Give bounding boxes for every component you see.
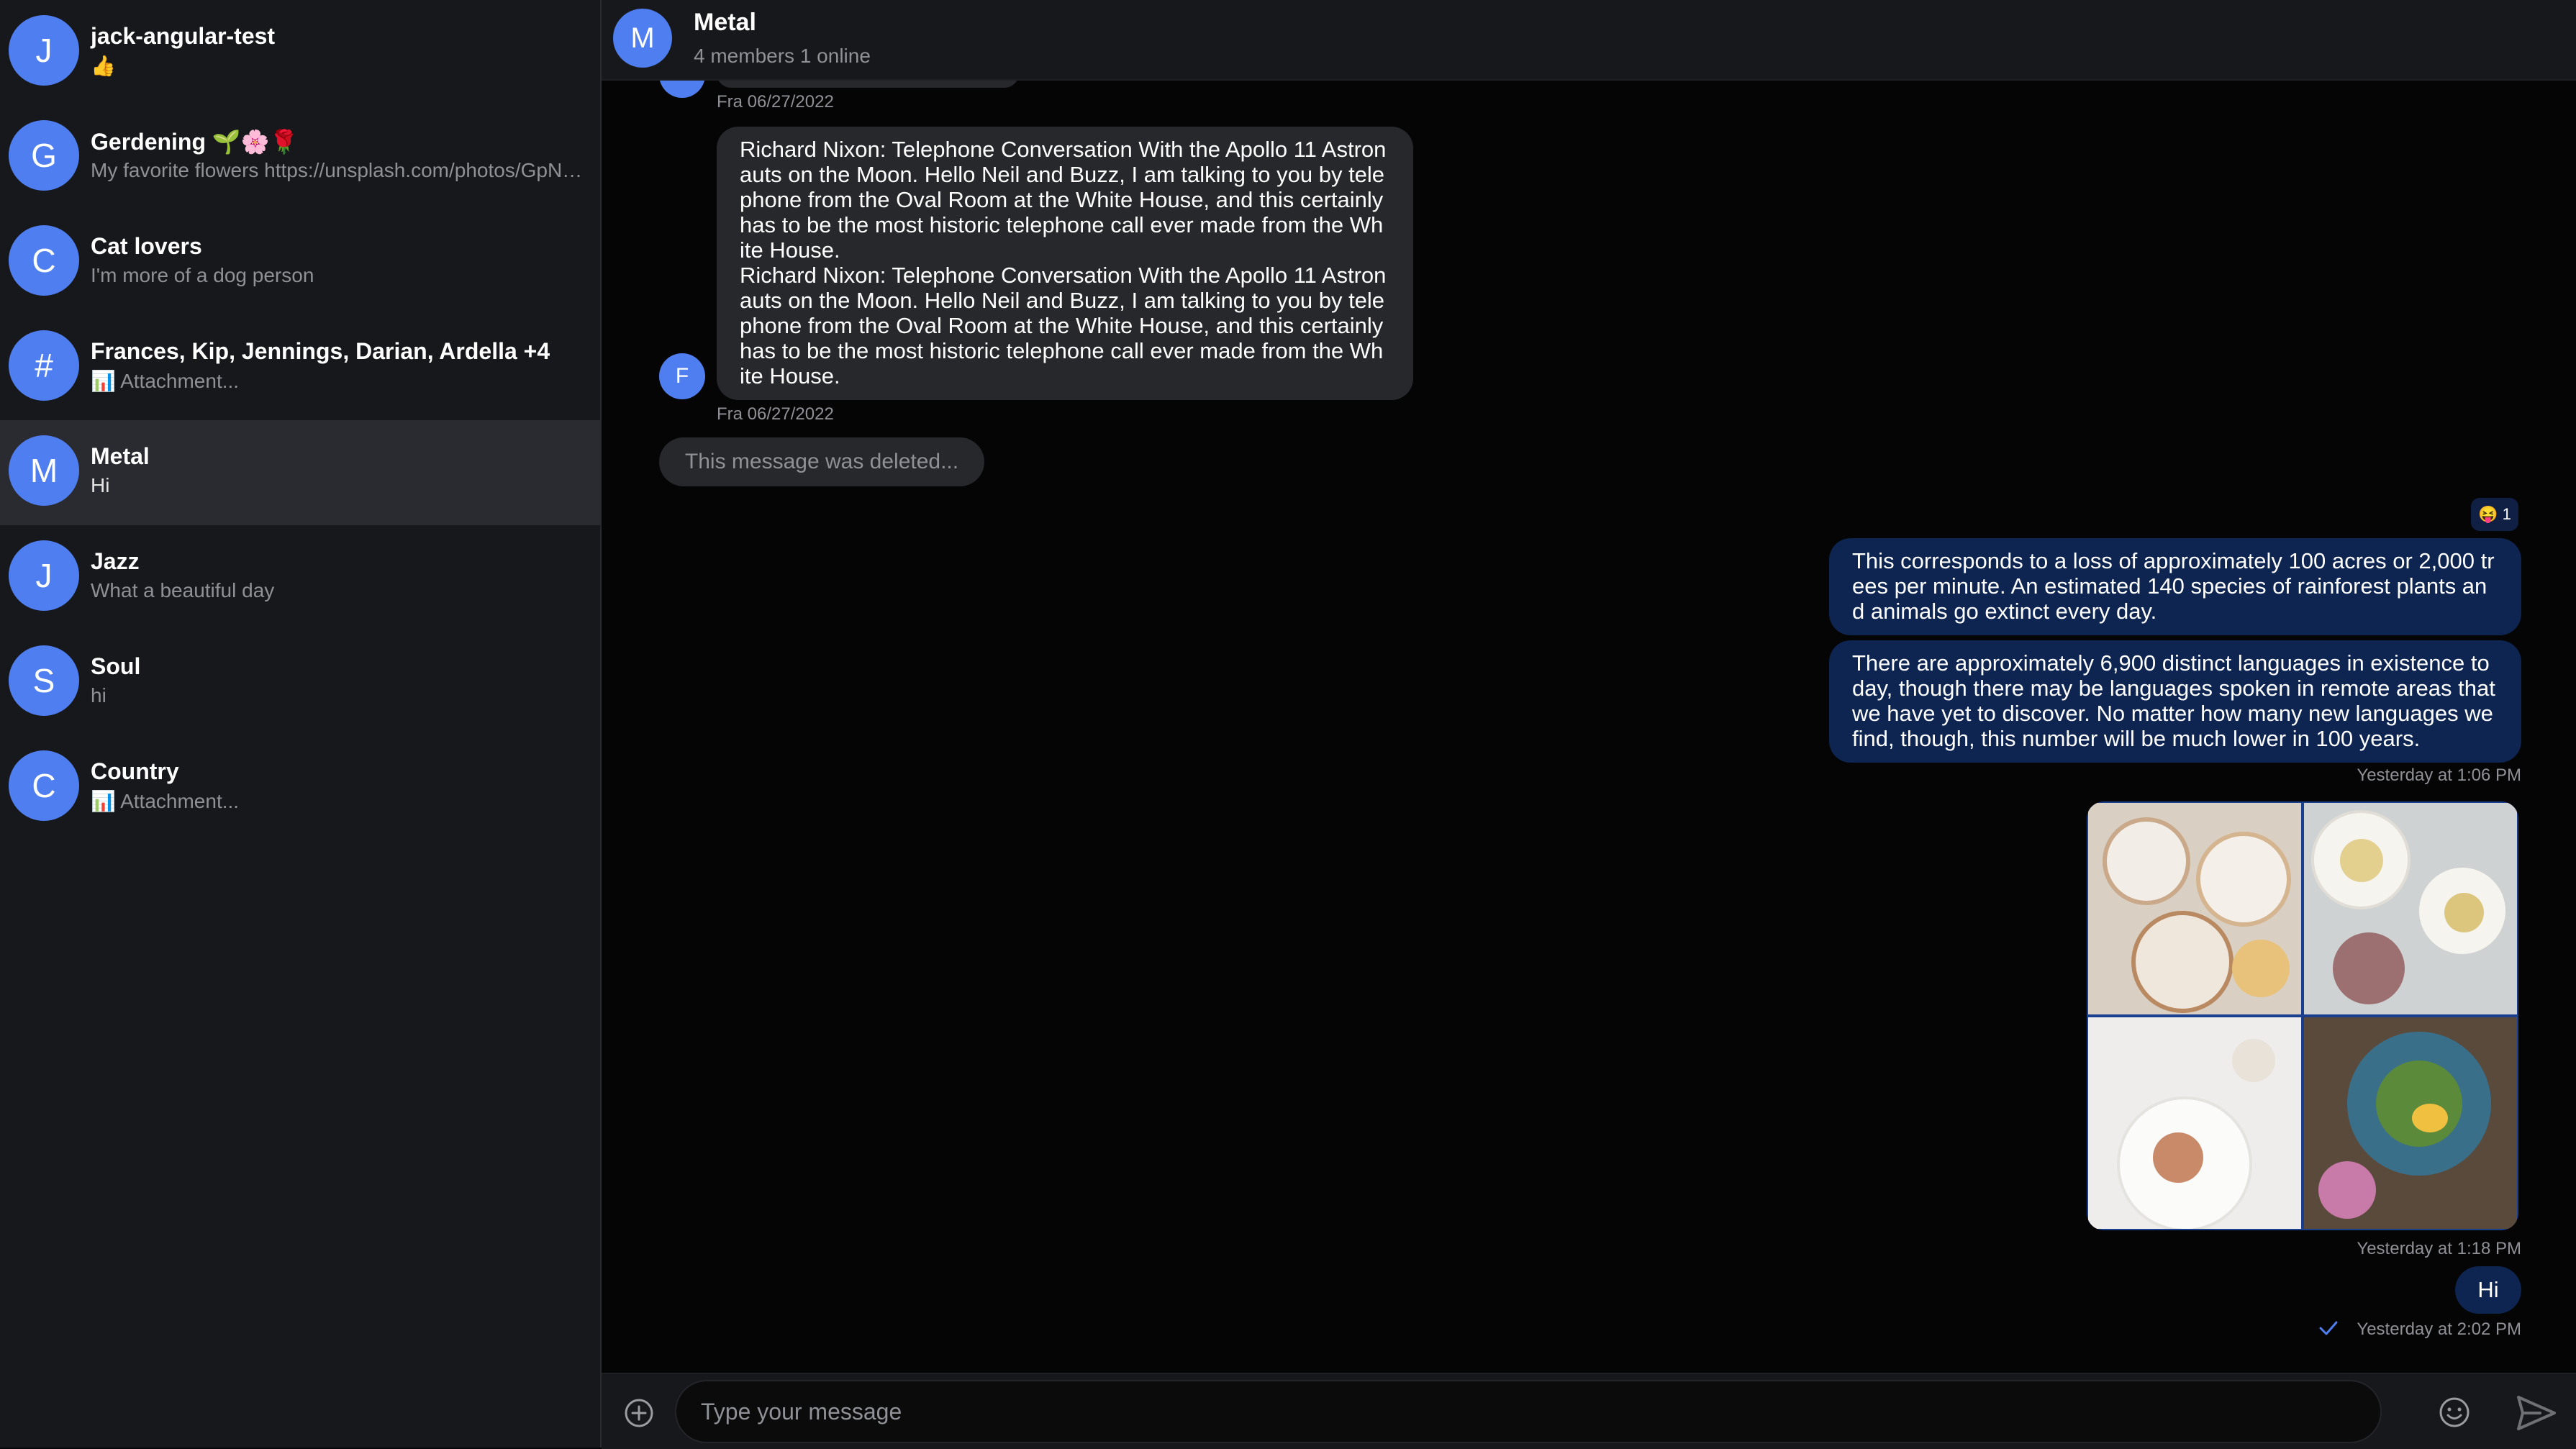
deleted-message: This message was deleted...: [659, 437, 984, 486]
channel-preview: I'm more of a dog person: [91, 264, 314, 286]
channel-name: Jazz: [91, 548, 140, 574]
message-line: day, though there may be languages spoke…: [1852, 676, 2495, 701]
channel-title: Metal: [694, 9, 756, 36]
channel-name: Gerdening 🌱🌸🌹: [91, 129, 299, 155]
channel-item-country[interactable]: C Country 📊 Attachment...: [0, 735, 600, 840]
channel-preview: My favorite flowers https://unsplash.com…: [91, 159, 587, 181]
channel-name: Cat lovers: [91, 233, 202, 259]
message-line: d animals go extinct every day.: [1852, 599, 2157, 624]
channel-member-count: 4 members 1 online: [694, 45, 871, 67]
add-attachment-icon[interactable]: [623, 1397, 655, 1429]
message-line: Richard Nixon: Telephone Conversation Wi…: [740, 263, 1387, 288]
avatar: #: [9, 330, 79, 401]
outgoing-message[interactable]: There are approximately 6,900 distinct l…: [1829, 640, 2521, 763]
channel-item-jack-angular-test[interactable]: J jack-angular-test 👍: [0, 0, 600, 105]
channel-list: J jack-angular-test 👍 G Gerdening 🌱🌸🌹 My…: [0, 0, 602, 1448]
channel-name: Soul: [91, 653, 141, 679]
message-status: Yesterday at 2:02 PM: [2357, 1319, 2521, 1339]
send-icon[interactable]: [2516, 1394, 2557, 1432]
message-input[interactable]: [675, 1380, 2382, 1443]
channel-preview: What a beautiful day: [91, 579, 275, 601]
message-bubble[interactable]: [717, 81, 1019, 88]
image-gallery[interactable]: [2087, 801, 2518, 1230]
message-line: There are approximately 6,900 distinct l…: [1852, 650, 2490, 676]
channel-preview: Hi: [91, 474, 110, 496]
message-line: find, though, this number will be much l…: [1852, 726, 2421, 751]
channel-name: Country: [91, 758, 179, 784]
outgoing-message[interactable]: This corresponds to a loss of approximat…: [1829, 538, 2521, 635]
channel-preview: 📊 Attachment...: [91, 370, 240, 392]
avatar: [659, 81, 705, 98]
message-line: auts on the Moon. Hello Neil and Buzz, I…: [740, 162, 1385, 187]
message-composer: [602, 1373, 2576, 1449]
channel-preview: hi: [91, 684, 106, 707]
message-line: ite House.: [740, 237, 840, 263]
food-photo[interactable]: [2088, 803, 2301, 1014]
channel-item-jazz[interactable]: J Jazz What a beautiful day: [0, 525, 600, 630]
message-line: we have yet to discover. No matter how m…: [1852, 701, 2493, 726]
emoji-icon[interactable]: [2438, 1396, 2471, 1429]
channel-item-metal[interactable]: M Metal Hi: [0, 420, 600, 525]
food-photo[interactable]: [2088, 1017, 2301, 1229]
message-line: has to be the most historic telephone ca…: [740, 338, 1384, 363]
message-line: has to be the most historic telephone ca…: [740, 212, 1384, 237]
channel-item-soul[interactable]: S Soul hi: [0, 630, 600, 735]
chat-app: J jack-angular-test 👍 G Gerdening 🌱🌸🌹 My…: [0, 0, 2576, 1449]
food-photo[interactable]: [2304, 803, 2517, 1014]
message-line: phone from the Oval Room at the White Ho…: [740, 313, 1384, 338]
channel-preview: 👍: [91, 55, 116, 77]
reaction-emoji: 😝: [2478, 505, 2498, 523]
avatar: J: [9, 15, 79, 86]
avatar: J: [9, 540, 79, 611]
avatar: G: [9, 120, 79, 191]
message-line: ees per minute. An estimated 140 species…: [1852, 573, 2487, 599]
outgoing-message[interactable]: Hi: [2455, 1266, 2521, 1314]
avatar: M: [9, 435, 79, 506]
channel-name: Metal: [91, 443, 150, 469]
message-line: ite House.: [740, 363, 840, 389]
message-timestamp: Fra 06/27/2022: [717, 404, 834, 424]
channel-item-group[interactable]: # Frances, Kip, Jennings, Darian, Ardell…: [0, 315, 600, 420]
reaction-badge[interactable]: 😝 1: [2471, 498, 2518, 531]
channel-item-cat-lovers[interactable]: C Cat lovers I'm more of a dog person: [0, 210, 600, 315]
avatar: S: [9, 645, 79, 716]
message-line: Richard Nixon: Telephone Conversation Wi…: [740, 137, 1387, 162]
channel-name: Frances, Kip, Jennings, Darian, Ardella …: [91, 338, 550, 364]
avatar: C: [9, 750, 79, 821]
message-line: auts on the Moon. Hello Neil and Buzz, I…: [740, 288, 1385, 313]
channel-avatar[interactable]: M: [613, 9, 672, 68]
channel-item-gerdening[interactable]: G Gerdening 🌱🌸🌹 My favorite flowers http…: [0, 105, 600, 210]
message-timestamp: Yesterday at 1:06 PM: [2357, 766, 2521, 785]
message-timestamp: Fra 06/27/2022: [717, 92, 834, 112]
reaction-count: 1: [2502, 505, 2511, 523]
incoming-message[interactable]: Richard Nixon: Telephone Conversation Wi…: [717, 127, 1413, 400]
check-icon: [2319, 1321, 2338, 1335]
message-line: This corresponds to a loss of approximat…: [1852, 548, 2495, 573]
message-line: phone from the Oval Room at the White Ho…: [740, 187, 1384, 212]
message-timestamp: Yesterday at 1:18 PM: [2357, 1239, 2521, 1258]
message-list[interactable]: Fra 06/27/2022 Richard Nixon: Telephone …: [602, 81, 2576, 1371]
avatar: C: [9, 225, 79, 296]
channel-preview: 📊 Attachment...: [91, 790, 240, 812]
food-photo[interactable]: [2304, 1017, 2517, 1229]
channel-header: M Metal 4 members 1 online: [602, 0, 2576, 81]
channel-name: jack-angular-test: [91, 23, 276, 49]
avatar[interactable]: F: [659, 353, 705, 399]
